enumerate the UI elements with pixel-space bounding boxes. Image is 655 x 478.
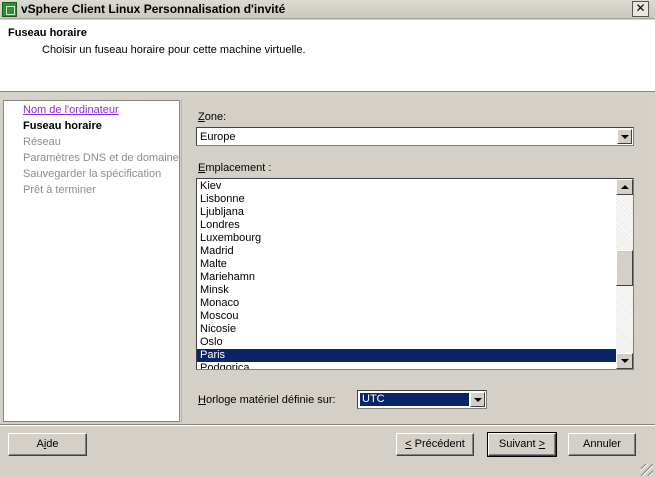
zone-value: Europe xyxy=(200,131,236,143)
chevron-down-icon[interactable] xyxy=(470,392,485,407)
location-item[interactable]: Paris xyxy=(197,349,617,362)
location-item[interactable]: Lisbonne xyxy=(197,193,617,206)
location-item[interactable]: Ljubljana xyxy=(197,206,617,219)
location-label: Emplacement : xyxy=(198,162,272,174)
wizard-steps-nav: Nom de l'ordinateur Fuseau horaire Résea… xyxy=(3,100,180,422)
nav-item-save-spec: Sauvegarder la spécification xyxy=(23,168,162,180)
cancel-button[interactable]: Annuler xyxy=(568,433,636,456)
nav-item-dns-domain: Paramètres DNS et de domaine xyxy=(23,152,179,164)
location-item[interactable]: Minsk xyxy=(197,284,617,297)
location-item[interactable]: Mariehamn xyxy=(197,271,617,284)
clock-label: Horloge matériel définie sur: xyxy=(198,394,336,406)
location-item[interactable]: Luxembourg xyxy=(197,232,617,245)
back-button[interactable]: < Précédent xyxy=(396,433,474,456)
location-listbox[interactable]: Kiev Lisbonne Ljubljana Londres Luxembourg Ma… xyxy=(196,178,634,370)
wizard-header: Fuseau horaire Choisir un fuseau horaire… xyxy=(0,20,655,92)
help-button[interactable]: Aide xyxy=(8,433,87,456)
location-item[interactable]: Kiev xyxy=(197,180,617,193)
location-item[interactable]: Oslo xyxy=(197,336,617,349)
page-subtitle: Choisir un fuseau horaire pour cette mac… xyxy=(42,44,306,56)
clock-dropdown[interactable]: UTC xyxy=(357,390,487,409)
nav-item-network: Réseau xyxy=(23,136,61,148)
resize-grip-icon[interactable] xyxy=(641,464,653,476)
window-title: vSphere Client Linux Personnalisation d'… xyxy=(21,2,286,16)
location-item[interactable]: Moscou xyxy=(197,310,617,323)
nav-item-ready: Prêt à terminer xyxy=(23,184,96,196)
scroll-up-icon[interactable] xyxy=(616,179,633,195)
location-scrollbar[interactable] xyxy=(616,179,633,369)
scroll-down-icon[interactable] xyxy=(616,353,633,369)
clock-value: UTC xyxy=(360,393,469,406)
location-item[interactable]: Podgorica xyxy=(197,362,617,369)
next-button[interactable]: Suivant > xyxy=(487,432,557,457)
location-item[interactable]: Malte xyxy=(197,258,617,271)
nav-item-computer-name[interactable]: Nom de l'ordinateur xyxy=(23,104,119,116)
zone-dropdown[interactable]: Europe xyxy=(196,127,634,146)
page-title: Fuseau horaire xyxy=(8,27,87,39)
location-item[interactable]: Nicosie xyxy=(197,323,617,336)
nav-item-time-zone: Fuseau horaire xyxy=(23,120,102,132)
title-bar: vSphere Client Linux Personnalisation d'… xyxy=(0,0,655,19)
zone-label: Zone: xyxy=(198,111,227,123)
vsphere-app-icon xyxy=(2,2,17,17)
location-items: Kiev Lisbonne Ljubljana Londres Luxembourg Ma… xyxy=(197,180,617,369)
location-item[interactable]: Londres xyxy=(197,219,617,232)
chevron-down-icon[interactable] xyxy=(617,129,632,144)
location-item[interactable]: Madrid xyxy=(197,245,617,258)
close-button[interactable]: ✕ xyxy=(632,1,649,17)
scrollbar-thumb[interactable] xyxy=(616,250,633,286)
location-item[interactable]: Monaco xyxy=(197,297,617,310)
footer-divider xyxy=(0,424,655,426)
